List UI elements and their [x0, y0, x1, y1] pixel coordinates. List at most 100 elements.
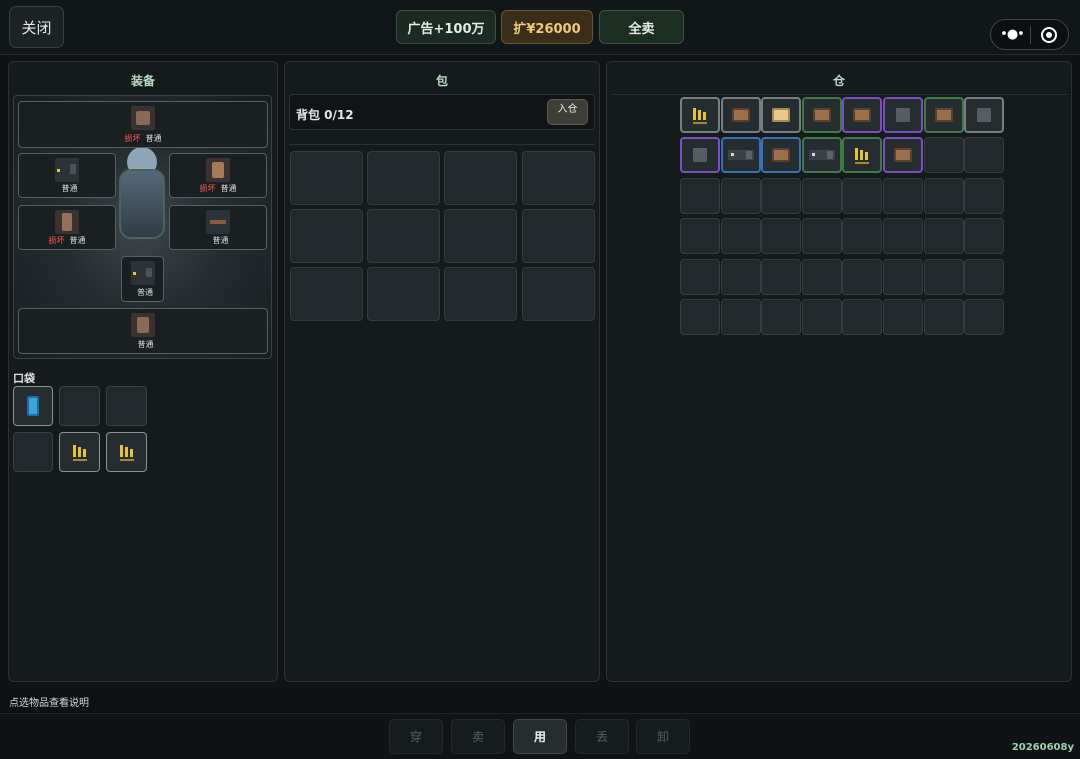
warehouse-slot[interactable] [842, 259, 882, 295]
warehouse-slot[interactable] [964, 259, 1004, 295]
warehouse-slot[interactable] [721, 218, 761, 254]
bag-slot[interactable] [522, 151, 595, 205]
box-icon [935, 108, 953, 122]
warehouse-slot[interactable] [721, 178, 761, 214]
equip-slot-melee[interactable]: 普通 [169, 205, 267, 250]
warehouse-slot[interactable] [680, 178, 720, 214]
equip-slot-armor[interactable]: 损坏 普通 [169, 153, 267, 198]
bag-slot[interactable] [522, 209, 595, 263]
unequip-button[interactable]: 卸 [636, 719, 690, 754]
warehouse-slot[interactable] [842, 178, 882, 214]
warehouse-slot[interactable] [761, 259, 801, 295]
bag-slot[interactable] [367, 209, 440, 263]
warehouse-slot[interactable] [924, 97, 964, 133]
equip-slot-pistol[interactable]: 普通 [121, 256, 164, 302]
store-to-warehouse-button[interactable]: 入仓 [547, 99, 588, 125]
pocket-slot[interactable] [106, 386, 147, 426]
more-icon[interactable]: •●• [1000, 24, 1025, 46]
damaged-tag: 损坏 [124, 134, 141, 143]
warehouse-slot[interactable] [883, 137, 923, 173]
equip-slot-chest-rig[interactable]: 普通 [18, 308, 268, 354]
warehouse-slot[interactable] [964, 178, 1004, 214]
warehouse-slot[interactable] [964, 137, 1004, 173]
ammo-icon [854, 146, 870, 164]
exit-target-icon[interactable] [1041, 27, 1057, 43]
pocket-slot[interactable] [13, 386, 53, 426]
equip-slot-primary-weapon[interactable]: 普通 [18, 153, 116, 198]
warehouse-slot[interactable] [761, 218, 801, 254]
warehouse-slot[interactable] [924, 218, 964, 254]
bag-slot[interactable] [290, 151, 363, 205]
warehouse-slot[interactable] [842, 299, 882, 335]
warehouse-slot[interactable] [802, 299, 842, 335]
warehouse-slot[interactable] [761, 137, 801, 173]
bag-slot[interactable] [522, 267, 595, 321]
warehouse-slot[interactable] [680, 97, 720, 133]
damaged-tag: 损坏 [48, 236, 65, 245]
bag-slot[interactable] [444, 267, 517, 321]
pocket-slot[interactable] [59, 432, 100, 472]
sell-button[interactable]: 卖 [451, 719, 505, 754]
bag-slot[interactable] [290, 267, 363, 321]
close-button[interactable]: 关闭 [9, 6, 64, 48]
warehouse-title: 仓 [832, 74, 845, 88]
game-screen: 关闭 广告+100万 扩¥26000 全卖 •●• 装备 损坏 普通 普通 损坏普… [0, 0, 1080, 759]
equip-slot-vest[interactable]: 损坏 普通 [18, 205, 116, 250]
pocket-slot[interactable] [106, 432, 147, 472]
status-hint: 点选物品查看说明 [9, 698, 89, 709]
warehouse-slot[interactable] [924, 259, 964, 295]
warehouse-slot[interactable] [680, 259, 720, 295]
warehouse-slot[interactable] [924, 299, 964, 335]
pocket-title: 口袋 [13, 372, 35, 385]
warehouse-slot[interactable] [802, 97, 842, 133]
warehouse-slot[interactable] [924, 137, 964, 173]
bag-slot[interactable] [444, 151, 517, 205]
expand-storage-button[interactable]: 扩¥26000 [501, 10, 593, 44]
bag-slot[interactable] [444, 209, 517, 263]
warehouse-slot[interactable] [964, 299, 1004, 335]
warehouse-slot[interactable] [964, 97, 1004, 133]
wear-button[interactable]: 穿 [389, 719, 443, 754]
warehouse-slot[interactable] [802, 218, 842, 254]
warehouse-slot[interactable] [761, 97, 801, 133]
warehouse-slot[interactable] [761, 299, 801, 335]
armor-icon [206, 158, 230, 182]
warehouse-slot[interactable] [761, 178, 801, 214]
warehouse-slot[interactable] [883, 97, 923, 133]
warehouse-slot[interactable] [721, 259, 761, 295]
warehouse-slot[interactable] [680, 218, 720, 254]
warehouse-slot[interactable] [721, 97, 761, 133]
bag-slot[interactable] [367, 151, 440, 205]
warehouse-slot[interactable] [883, 178, 923, 214]
use-button[interactable]: 用 [513, 719, 567, 754]
watch-ad-button[interactable]: 广告+100万 [396, 10, 496, 44]
sell-all-button[interactable]: 全卖 [599, 10, 684, 44]
equip-slot-backpack[interactable]: 损坏 普通 [18, 101, 268, 148]
warehouse-slot[interactable] [721, 137, 761, 173]
drop-button[interactable]: 丢 [575, 719, 629, 754]
pocket-slot[interactable] [13, 432, 53, 472]
warehouse-slot[interactable] [721, 299, 761, 335]
warehouse-slot[interactable] [883, 259, 923, 295]
warehouse-slot[interactable] [924, 178, 964, 214]
box-icon [813, 108, 831, 122]
warehouse-slot[interactable] [802, 137, 842, 173]
warehouse-slot[interactable] [842, 97, 882, 133]
warehouse-slot[interactable] [680, 137, 720, 173]
bag-title: 包 [435, 74, 448, 88]
warehouse-slot[interactable] [964, 218, 1004, 254]
quality-label: 普通 [137, 340, 154, 349]
bag-slot[interactable] [290, 209, 363, 263]
warehouse-slot[interactable] [842, 218, 882, 254]
gun-icon [809, 150, 835, 160]
warehouse-slot[interactable] [802, 259, 842, 295]
quality-label: 普通 [220, 184, 237, 193]
warehouse-slot[interactable] [883, 218, 923, 254]
pocket-slot[interactable] [59, 386, 100, 426]
rifle-icon [55, 158, 79, 182]
warehouse-slot[interactable] [883, 299, 923, 335]
bag-slot[interactable] [367, 267, 440, 321]
warehouse-slot[interactable] [680, 299, 720, 335]
warehouse-slot[interactable] [842, 137, 882, 173]
warehouse-slot[interactable] [802, 178, 842, 214]
